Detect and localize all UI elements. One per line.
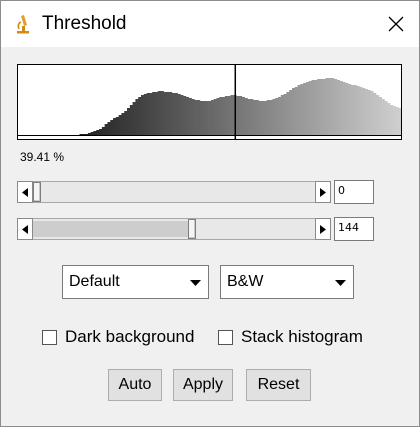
arrow-left-icon: [22, 225, 28, 234]
stack-histogram-checkbox[interactable]: [218, 330, 233, 345]
arrow-right-icon: [320, 225, 326, 234]
min-slider-track[interactable]: [33, 181, 315, 203]
reset-button[interactable]: Reset: [246, 369, 311, 401]
min-slider-increment-button[interactable]: [315, 181, 331, 203]
close-button[interactable]: [373, 1, 419, 47]
threshold-window: Threshold 39.41 % 0 144 Default B&W Dark…: [0, 0, 420, 427]
display-mode-select[interactable]: B&W: [220, 265, 354, 299]
max-slider-increment-button[interactable]: [315, 218, 331, 240]
dark-background-checkbox[interactable]: [42, 330, 57, 345]
max-slider-track[interactable]: [33, 218, 315, 240]
method-select-value: Default: [69, 273, 120, 290]
chevron-down-icon: [190, 280, 201, 286]
max-threshold-field[interactable]: 144: [334, 217, 374, 241]
microscope-icon: [16, 14, 30, 34]
arrow-left-icon: [22, 188, 28, 197]
histogram-plot: [17, 64, 402, 140]
max-slider-fill: [33, 221, 188, 237]
auto-button[interactable]: Auto: [108, 369, 162, 401]
display-mode-select-value: B&W: [227, 273, 264, 290]
min-slider-thumb[interactable]: [33, 182, 41, 202]
min-threshold-field[interactable]: 0: [334, 180, 374, 204]
apply-button[interactable]: Apply: [173, 369, 233, 401]
window-title: Threshold: [42, 13, 127, 34]
title-bar[interactable]: Threshold: [1, 1, 419, 47]
max-slider-thumb[interactable]: [187, 219, 196, 239]
display-mode-dropdown-button[interactable]: [330, 267, 352, 297]
dark-background-label: Dark background: [65, 327, 195, 346]
max-threshold-slider[interactable]: [17, 218, 331, 240]
histogram-bin: [398, 108, 401, 135]
method-dropdown-button[interactable]: [185, 267, 207, 297]
threshold-percent: 39.41 %: [20, 150, 65, 164]
close-icon: [388, 16, 404, 32]
method-select[interactable]: Default: [62, 265, 209, 299]
arrow-right-icon: [320, 188, 326, 197]
chevron-down-icon: [335, 280, 346, 286]
max-slider-decrement-button[interactable]: [17, 218, 33, 240]
min-threshold-slider[interactable]: [17, 181, 331, 203]
min-slider-decrement-button[interactable]: [17, 181, 33, 203]
stack-histogram-label: Stack histogram: [241, 327, 363, 346]
